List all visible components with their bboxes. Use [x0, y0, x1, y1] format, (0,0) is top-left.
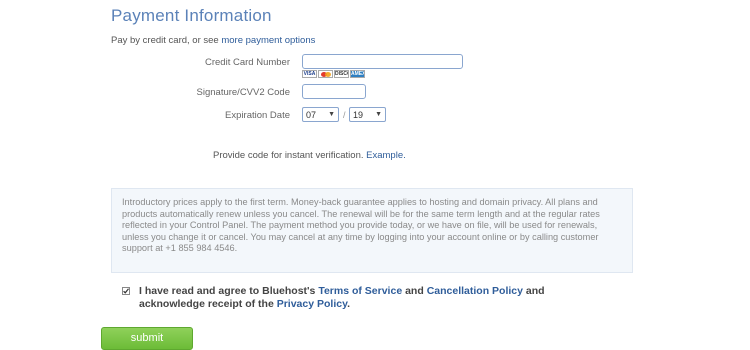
- expiration-label: Expiration Date: [225, 110, 290, 121]
- verification-text: Provide code for instant verification.: [213, 150, 367, 161]
- agreement-prefix: I have read and agree to Bluehost's: [139, 285, 319, 297]
- terms-of-service-link[interactable]: Terms of Service: [318, 285, 402, 297]
- visa-icon: VISA: [302, 70, 317, 78]
- mastercard-icon: [318, 70, 333, 78]
- page-title: Payment Information: [111, 6, 272, 25]
- cancellation-policy-link[interactable]: Cancellation Policy: [427, 285, 523, 297]
- cvv-input[interactable]: [302, 84, 366, 99]
- more-payment-options-link[interactable]: more payment options: [221, 35, 315, 46]
- agree-checkbox[interactable]: [122, 287, 130, 295]
- agreement-and: and: [402, 285, 427, 297]
- expiration-month-value: 07: [306, 109, 317, 120]
- verification-note: Provide code for instant verification. E…: [213, 150, 406, 161]
- pay-by-text: Pay by credit card, or see: [111, 35, 222, 46]
- expiration-year-value: 19: [353, 109, 364, 120]
- agreement-suffix: .: [347, 297, 351, 310]
- cvv-label: Signature/CVV2 Code: [196, 87, 290, 98]
- agreement-text: I have read and agree to Bluehost's Term…: [139, 285, 599, 310]
- card-number-label: Credit Card Number: [205, 57, 290, 68]
- expiration-year-select[interactable]: 19 ▼: [349, 107, 386, 122]
- discover-icon: DISCOVER: [334, 70, 349, 78]
- chevron-down-icon: ▼: [375, 111, 382, 118]
- privacy-policy-link[interactable]: Privacy Policy: [277, 298, 347, 310]
- example-link[interactable]: Example.: [366, 150, 406, 161]
- card-number-input[interactable]: [302, 54, 463, 69]
- check-icon: [122, 287, 130, 295]
- amex-icon: AMEX: [350, 70, 365, 78]
- card-logos: VISA DISCOVER AMEX: [302, 70, 365, 78]
- renewal-notice: Introductory prices apply to the first t…: [111, 188, 633, 273]
- expiration-month-select[interactable]: 07 ▼: [302, 107, 339, 122]
- chevron-down-icon: ▼: [328, 111, 335, 118]
- submit-button[interactable]: submit: [101, 327, 193, 350]
- expiration-separator: /: [343, 110, 346, 120]
- payment-options-text: Pay by credit card, or see more payment …: [111, 35, 315, 46]
